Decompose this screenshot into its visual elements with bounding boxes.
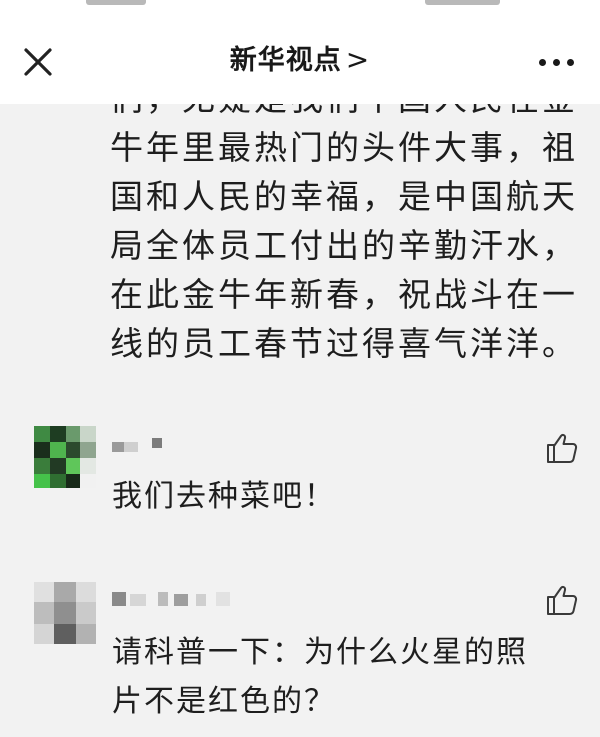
thumbs-up-icon [547, 433, 578, 463]
article-comment-text: 们，无疑是我们中国人民在金 牛年里最热门的头件大事，祖 国和人民的幸福，是中国航… [110, 104, 590, 368]
like-button[interactable] [544, 430, 580, 466]
comment-line: 我们去种菜吧！ [112, 479, 336, 514]
comment-text: 请科普一下：为什么火星的照 片不是红色的？ [112, 628, 582, 726]
article-line: 牛年里最热门的头件大事，祖 [110, 128, 578, 167]
nav-bar: 新华视点 > [0, 14, 600, 104]
nickname-redacted [112, 436, 182, 456]
status-signal-blob [86, 0, 146, 5]
more-icon-dot [567, 59, 574, 66]
comment-item: 请科普一下：为什么火星的照 片不是红色的？ [0, 578, 600, 737]
article-line: 们，无疑是我们中国人民在金 [110, 104, 590, 123]
comment-text: 我们去种菜吧！ [112, 472, 582, 521]
comment-line: 片不是红色的？ [112, 684, 336, 719]
nickname-redacted [112, 588, 242, 608]
more-icon-dot [553, 59, 560, 66]
status-bar [0, 0, 600, 14]
comment-feed[interactable]: 们，无疑是我们中国人民在金 牛年里最热门的头件大事，祖 国和人民的幸福，是中国航… [0, 104, 600, 737]
status-battery-blob [425, 0, 500, 5]
chevron-right-icon: > [345, 43, 371, 76]
comment-item: 我们去种菜吧！ [0, 422, 600, 532]
article-line: 线的员工春节过得喜气洋洋。 [110, 324, 578, 363]
more-button[interactable] [530, 44, 584, 80]
thumbs-up-icon [547, 585, 578, 615]
avatar[interactable] [34, 582, 96, 644]
account-title-text[interactable]: 新华视点 [230, 45, 342, 76]
article-line: 局全体员工付出的辛勤汗水， [110, 226, 578, 265]
more-icon-dot [539, 59, 546, 66]
article-line: 在此金牛年新春，祝战斗在一 [110, 275, 578, 314]
account-title[interactable]: 新华视点 > [0, 40, 600, 81]
article-line: 国和人民的幸福，是中国航天 [110, 177, 578, 216]
like-button[interactable] [544, 582, 580, 618]
comment-line: 请科普一下：为什么火星的照 [112, 635, 528, 670]
avatar[interactable] [34, 426, 96, 488]
